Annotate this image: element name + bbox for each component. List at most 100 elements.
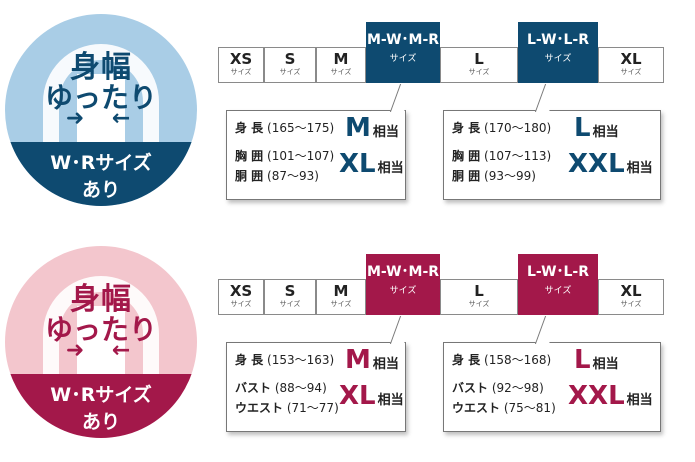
measurement-label: 身 長 [235,353,264,367]
measurement-range: (165～175) [267,121,335,135]
size-cell: M-W･M-R サイズ [366,254,440,315]
size-label: L-W･L-R [526,264,590,280]
equivalent-size-wide: XXL 相当 [568,383,653,414]
badge-band-line1: W･Rサイズ [50,384,152,406]
size-callout: 身 長 (170～180) 胸 囲 (107～113) 胴 囲 (93～99) L 相当… [443,110,661,200]
equivalent-size-value: M [345,113,371,143]
size-sub-label: サイズ [279,300,301,308]
badge-band: W･Rサイズ あり [5,142,197,206]
measurement-row: 胴 囲 (87～93) [235,167,319,184]
size-sub-label: サイズ [330,300,352,308]
size-cell: L-W･L-R サイズ [518,22,598,83]
equivalent-size-value: XL [339,149,376,179]
equivalent-suffix: 相当 [592,125,619,140]
size-sub-label: サイズ [468,68,490,76]
callout-pointer [534,316,560,344]
size-label: L [474,282,484,300]
mens-size-panel: 身幅 ゆったり ➜ ← W･Rサイズ あり XS サイズ S サイズ M サイズ… [0,0,695,230]
size-label: XL [620,50,642,68]
size-sub-label: サイズ [389,54,417,64]
measurement-label: ウエスト [235,401,284,415]
equivalent-suffix: 相当 [372,125,399,140]
size-sub-label: サイズ [389,286,417,296]
measurement-row: 胴 囲 (93～99) [452,167,536,184]
size-sub-label: サイズ [230,68,252,76]
measurement-row: ウエスト (75～81) [452,399,556,416]
size-cell: L サイズ [440,47,518,83]
size-sub-label: サイズ [230,300,252,308]
badge-band: W･Rサイズ あり [5,374,197,438]
size-cell: XS サイズ [218,279,264,315]
measurement-range: (101～107) [267,149,335,163]
measurement-label: 胴 囲 [452,169,481,183]
size-cell: M サイズ [316,47,366,83]
equivalent-size-value: L [574,113,591,143]
measurement-range: (75～81) [503,401,556,415]
equivalent-suffix: 相当 [372,357,399,372]
size-label: L [474,50,484,68]
equivalent-suffix: 相当 [377,393,404,408]
measurement-row: 身 長 (158～168) [452,351,551,368]
measurement-label: 胴 囲 [235,169,264,183]
equivalent-size-value: XL [339,381,376,411]
equivalent-size-value: L [574,345,591,375]
size-label: M-W･M-R [366,264,440,280]
equivalent-size-wide: XXL 相当 [568,151,653,182]
measurement-range: (88～94) [274,381,327,395]
measurement-label: 胸 囲 [452,149,481,163]
measurement-label: ウエスト [452,401,501,415]
measurement-range: (170～180) [484,121,552,135]
size-cell: L-W･L-R サイズ [518,254,598,315]
size-label: XL [620,282,642,300]
measurement-range: (92～98) [491,381,544,395]
size-cell: M-W･M-R サイズ [366,22,440,83]
callout-pointer [534,84,560,112]
size-label: M [333,50,349,68]
size-cell: S サイズ [264,279,316,315]
size-callout: 身 長 (158～168) バスト (92～98) ウエスト (75～81) L 相当 … [443,342,661,432]
size-sub-label: サイズ [544,54,572,64]
measurement-range: (93～99) [484,169,536,183]
equivalent-suffix: 相当 [626,161,653,176]
measurement-row: 胸 囲 (101～107) [235,147,334,164]
measurement-row: 身 長 (153～163) [235,351,334,368]
measurement-label: 身 長 [235,121,264,135]
size-label: M [333,282,349,300]
badge-band-line1: W･Rサイズ [50,152,152,174]
measurement-range: (158～168) [484,353,552,367]
size-sub-label: サイズ [620,300,642,308]
equivalent-size-value: XXL [568,149,625,179]
measurement-row: ウエスト (71～77) [235,399,339,416]
equivalent-size-wide: XL 相当 [339,383,404,414]
measurement-row: 身 長 (165～175) [235,119,334,136]
measurement-row: 胸 囲 (107～113) [452,147,551,164]
badge-band-line2: あり [81,179,120,201]
equivalent-size: L 相当 [574,115,619,146]
equivalent-size: L 相当 [574,347,619,378]
callout-pointer [389,316,415,344]
equivalent-suffix: 相当 [626,393,653,408]
measurement-row: 身 長 (170～180) [452,119,551,136]
size-label: XS [229,282,253,300]
womens-size-panel: 身幅 ゆったり ➜ ← W･Rサイズ あり XS サイズ S サイズ M サイズ… [0,232,695,462]
measurement-label: バスト [235,381,272,395]
size-cell: L サイズ [440,279,518,315]
equivalent-size-value: M [345,345,371,375]
measurement-range: (107～113) [484,149,552,163]
equivalent-size: M 相当 [345,347,399,378]
size-cell: XS サイズ [218,47,264,83]
equivalent-size-wide: XL 相当 [339,151,404,182]
size-sub-label: サイズ [279,68,301,76]
size-callout: 身 長 (165～175) 胸 囲 (101～107) 胴 囲 (87～93) M 相当… [226,110,406,200]
measurement-label: 身 長 [452,121,481,135]
size-sub-label: サイズ [544,286,572,296]
roomy-fit-badge: 身幅 ゆったり ➜ ← W･Rサイズ あり [5,14,197,206]
equivalent-size-value: XXL [568,381,625,411]
equivalent-suffix: 相当 [377,161,404,176]
measurement-range: (87～93) [267,169,319,183]
measurement-range: (71～77) [286,401,339,415]
size-sub-label: サイズ [620,68,642,76]
size-callout: 身 長 (153～163) バスト (88～94) ウエスト (71～77) M 相当 … [226,342,406,432]
size-label: XS [229,50,253,68]
measurement-row: バスト (92～98) [452,379,544,396]
